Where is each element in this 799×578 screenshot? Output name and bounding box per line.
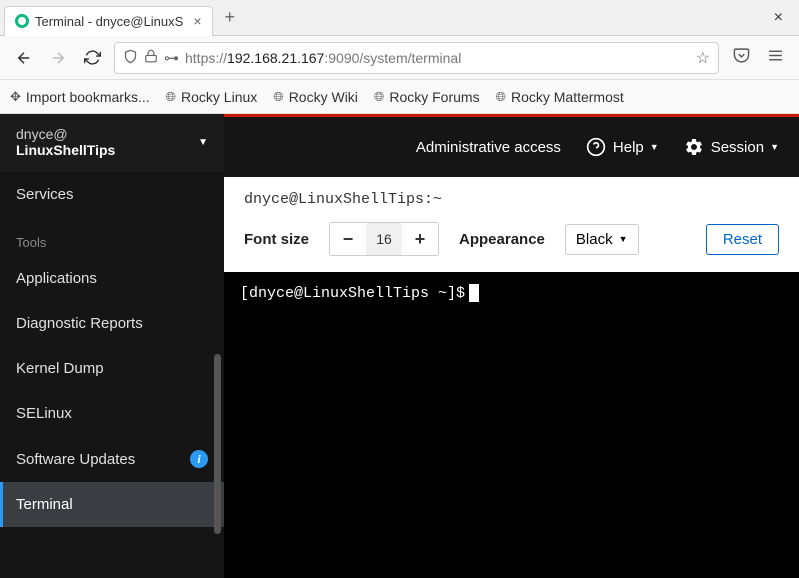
chevron-down-icon: ▼ bbox=[198, 137, 208, 148]
chevron-down-icon: ▼ bbox=[650, 142, 659, 152]
browser-toolbar: ⊶ https://192.168.21.167:9090/system/ter… bbox=[0, 36, 799, 80]
terminal-header: dnyce@LinuxShellTips:~ Font size − 16 + … bbox=[224, 177, 799, 262]
sidebar-item-software-updates[interactable]: Software Updates i bbox=[0, 436, 224, 482]
reload-button[interactable] bbox=[80, 46, 104, 70]
bookmark-rocky-wiki[interactable]: 🌐︎ Rocky Wiki bbox=[273, 89, 358, 105]
help-icon bbox=[585, 136, 607, 158]
browser-tab[interactable]: Terminal - dnyce@LinuxS × bbox=[4, 6, 213, 36]
bookmark-rocky-forums[interactable]: 🌐︎ Rocky Forums bbox=[374, 89, 480, 105]
terminal-title: dnyce@LinuxShellTips:~ bbox=[244, 191, 779, 208]
url-text: https://192.168.21.167:9090/system/termi… bbox=[185, 50, 690, 66]
font-size-stepper: − 16 + bbox=[329, 222, 439, 256]
bookmarks-bar: ✥ Import bookmarks... 🌐︎ Rocky Linux 🌐︎ … bbox=[0, 80, 799, 114]
close-tab-icon[interactable]: × bbox=[193, 13, 201, 29]
privileged-stripe bbox=[224, 114, 799, 117]
pocket-icon[interactable] bbox=[729, 47, 753, 68]
sidebar-item-services[interactable]: Services bbox=[0, 172, 224, 217]
globe-icon: 🌐︎ bbox=[496, 89, 506, 105]
appearance-label: Appearance bbox=[459, 231, 545, 248]
sidebar-scrollbar[interactable] bbox=[214, 354, 221, 534]
url-bar[interactable]: ⊶ https://192.168.21.167:9090/system/ter… bbox=[114, 42, 719, 74]
appearance-select[interactable]: Black ▼ bbox=[565, 224, 639, 255]
sidebar: dnyce@ LinuxShellTips ▼ Services Tools A… bbox=[0, 114, 224, 578]
font-increase-button[interactable]: + bbox=[402, 223, 438, 255]
cockpit-app: dnyce@ LinuxShellTips ▼ Services Tools A… bbox=[0, 114, 799, 578]
globe-icon: 🌐︎ bbox=[273, 89, 283, 105]
globe-icon: 🌐︎ bbox=[374, 89, 384, 105]
import-icon: ✥ bbox=[10, 89, 21, 105]
sidebar-item-selinux[interactable]: SELinux bbox=[0, 391, 224, 436]
sidebar-item-terminal[interactable]: Terminal bbox=[0, 482, 224, 527]
sidebar-item-applications[interactable]: Applications bbox=[0, 256, 224, 301]
bookmark-rocky-mattermost[interactable]: 🌐︎ Rocky Mattermost bbox=[496, 89, 624, 105]
chevron-down-icon: ▼ bbox=[770, 142, 779, 152]
reset-button[interactable]: Reset bbox=[706, 224, 779, 255]
forward-button[interactable] bbox=[46, 46, 70, 70]
back-button[interactable] bbox=[12, 46, 36, 70]
terminal-prompt-line: [dnyce@LinuxShellTips ~]$ bbox=[240, 284, 783, 302]
browser-tab-strip: Terminal - dnyce@LinuxS × + × bbox=[0, 0, 799, 36]
topbar: Administrative access Help ▼ Session ▼ bbox=[224, 117, 799, 177]
bookmark-import[interactable]: ✥ Import bookmarks... bbox=[10, 89, 150, 105]
help-menu[interactable]: Help ▼ bbox=[585, 136, 659, 158]
terminal-body[interactable]: [dnyce@LinuxShellTips ~]$ bbox=[224, 272, 799, 578]
cockpit-favicon bbox=[15, 14, 29, 28]
chevron-down-icon: ▼ bbox=[619, 234, 628, 244]
host-label: dnyce@ LinuxShellTips bbox=[16, 126, 115, 158]
bookmark-star-icon[interactable]: ☆ bbox=[696, 48, 710, 68]
new-tab-button[interactable]: + bbox=[213, 7, 248, 28]
host-switcher[interactable]: dnyce@ LinuxShellTips ▼ bbox=[0, 114, 224, 172]
bookmark-rocky-linux[interactable]: 🌐︎ Rocky Linux bbox=[166, 89, 258, 105]
sidebar-section-tools: Tools bbox=[0, 217, 224, 256]
admin-access-label[interactable]: Administrative access bbox=[416, 139, 561, 156]
menu-icon[interactable] bbox=[763, 47, 787, 68]
terminal-controls: Font size − 16 + Appearance Black ▼ Rese… bbox=[244, 222, 779, 256]
globe-icon: 🌐︎ bbox=[166, 89, 176, 105]
shield-icon bbox=[123, 49, 138, 67]
sidebar-item-diagnostic-reports[interactable]: Diagnostic Reports bbox=[0, 301, 224, 346]
main-content: Administrative access Help ▼ Session ▼ d… bbox=[224, 114, 799, 578]
window-close-icon[interactable]: × bbox=[762, 9, 795, 27]
gear-icon bbox=[683, 136, 705, 158]
tab-title: Terminal - dnyce@LinuxS bbox=[35, 14, 183, 29]
lock-icon bbox=[144, 49, 158, 66]
terminal-cursor bbox=[469, 284, 479, 302]
font-size-value: 16 bbox=[366, 223, 402, 255]
terminal-prompt: [dnyce@LinuxShellTips ~]$ bbox=[240, 285, 465, 302]
session-menu[interactable]: Session ▼ bbox=[683, 136, 779, 158]
sidebar-item-kernel-dump[interactable]: Kernel Dump bbox=[0, 346, 224, 391]
key-icon: ⊶ bbox=[164, 49, 179, 67]
font-decrease-button[interactable]: − bbox=[330, 223, 366, 255]
info-badge-icon: i bbox=[190, 450, 208, 468]
font-size-label: Font size bbox=[244, 231, 309, 248]
